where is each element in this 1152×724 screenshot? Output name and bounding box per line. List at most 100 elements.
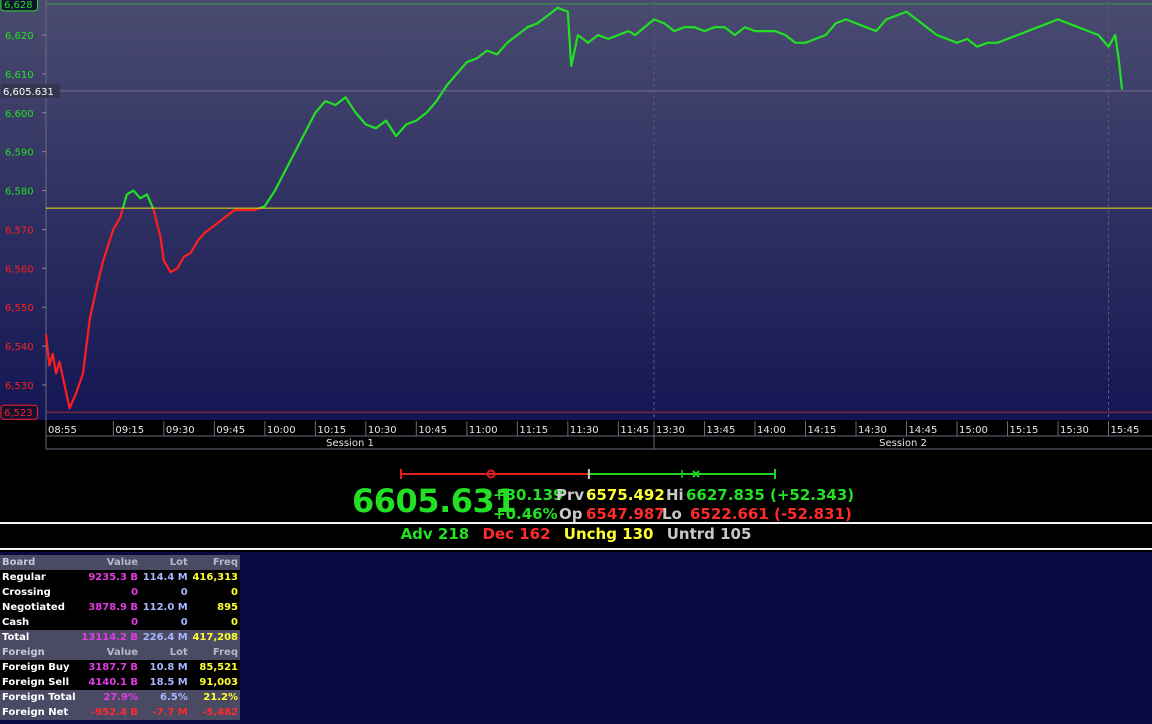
row-lot: 0 (140, 585, 190, 600)
header-foreign: Foreign (0, 645, 79, 660)
high-value: 6627.835 (+52.343) (686, 486, 855, 504)
header-value: Value (78, 645, 141, 660)
board-summary-table: Board Value Lot Freq Regular 9235.3 B 11… (0, 555, 240, 720)
board-header-row: Board Value Lot Freq (0, 555, 240, 570)
x-tick-label: 10:00 (267, 425, 296, 436)
day-range-bar (400, 469, 776, 479)
table-row: Crossing 0 0 0 (0, 585, 240, 600)
row-value: 4140.1 B (78, 675, 141, 690)
x-tick-label: 10:45 (418, 425, 447, 436)
row-label: Crossing (0, 585, 79, 600)
x-tick-label: 11:00 (469, 425, 498, 436)
open-value: 6547.987 (586, 505, 665, 523)
row-value: -952.4 B (78, 705, 141, 720)
foreign-net-row: Foreign Net -952.4 B -7.7 M -5,482 (0, 705, 240, 720)
header-lot: Lot (140, 555, 190, 570)
table-row: Negotiated 3878.9 B 112.0 M 895 (0, 600, 240, 615)
row-lot: 226.4 M (140, 630, 190, 645)
x-tick-label: 13:30 (656, 425, 685, 436)
index-summary-panel: 6605.631 +30.139 +0.46% Prv 6575.492 Op … (0, 462, 1152, 552)
y-tick-label: 6,530 (5, 381, 34, 392)
row-freq: 85,521 (189, 660, 240, 675)
plot-background (0, 0, 1152, 420)
low-value: 6522.661 (-52.831) (690, 505, 852, 523)
y-tick-label: 6,560 (5, 264, 34, 275)
row-freq: 0 (189, 615, 240, 630)
session-label: Session 2 (879, 438, 927, 449)
x-tick-label: 14:45 (909, 425, 938, 436)
row-value: 0 (78, 615, 141, 630)
y-tick-label: 6,580 (5, 187, 34, 198)
last-marker-label: 6,605.631 (3, 87, 54, 98)
row-freq: 417,208 (189, 630, 240, 645)
x-tick-label: 08:55 (48, 425, 77, 436)
row-label: Foreign Net (0, 705, 79, 720)
separator-bottom (0, 548, 1152, 550)
change-value: +30.139 (493, 486, 564, 504)
open-label: Op (559, 505, 583, 523)
market-breadth: Adv 218 Dec 162 Unchg 130 Untrd 105 (0, 525, 1152, 543)
x-tick-label: 15:30 (1060, 425, 1089, 436)
table-row: Foreign Buy 3187.7 B 10.8 M 85,521 (0, 660, 240, 675)
row-freq: 21.2% (189, 690, 240, 705)
row-lot: 18.5 M (140, 675, 190, 690)
previous-value: 6575.492 (586, 486, 665, 504)
x-tick-label: 15:00 (959, 425, 988, 436)
x-tick-label: 09:45 (216, 425, 245, 436)
row-label: Foreign Sell (0, 675, 79, 690)
y-tick-label: 6,600 (5, 109, 34, 120)
x-tick-label: 09:15 (115, 425, 144, 436)
x-tick-label: 14:30 (858, 425, 887, 436)
last-price: 6605.631 (352, 482, 517, 520)
low-marker-label: 6,523 (4, 408, 33, 419)
row-label: Foreign Buy (0, 660, 79, 675)
y-tick-label: 6,540 (5, 342, 34, 353)
separator-top (0, 522, 1152, 524)
previous-label: Prv (556, 486, 585, 504)
row-freq: 0 (189, 585, 240, 600)
row-value: 27.9% (78, 690, 141, 705)
x-tick-label: 15:15 (1010, 425, 1039, 436)
header-board: Board (0, 555, 79, 570)
row-freq: -5,482 (189, 705, 240, 720)
change-percent: +0.46% (493, 505, 558, 523)
table-row: Cash 0 0 0 (0, 615, 240, 630)
row-lot: 10.8 M (140, 660, 190, 675)
y-tick-label: 6,590 (5, 148, 34, 159)
index-intraday-chart[interactable]: 6,530 6,540 6,550 6,560 6,570 6,580 6,590 6,600… (0, 0, 1152, 456)
row-lot: -7.7 M (140, 705, 190, 720)
row-value: 0 (78, 585, 141, 600)
x-tick-label: 14:15 (808, 425, 837, 436)
row-lot: 112.0 M (140, 600, 190, 615)
x-tick-label: 11:15 (519, 425, 548, 436)
x-tick-label: 10:15 (317, 425, 346, 436)
unchanged: Unchg 130 (563, 525, 654, 543)
foreign-header-row: Foreign Value Lot Freq (0, 645, 240, 660)
row-value: 3878.9 B (78, 600, 141, 615)
header-lot: Lot (140, 645, 190, 660)
row-label: Regular (0, 570, 79, 585)
x-tick-label: 13:45 (707, 425, 736, 436)
y-tick-label: 6,610 (5, 70, 34, 81)
row-value: 9235.3 B (78, 570, 141, 585)
total-row: Total 13114.2 B 226.4 M 417,208 (0, 630, 240, 645)
row-label: Total (0, 630, 79, 645)
row-lot: 0 (140, 615, 190, 630)
intraday-line-chart[interactable]: 6,530 6,540 6,550 6,560 6,570 6,580 6,590 6,600… (0, 0, 1152, 456)
x-tick-label: 11:45 (620, 425, 649, 436)
table-row: Regular 9235.3 B 114.4 M 416,313 (0, 570, 240, 585)
x-tick-label: 14:00 (757, 425, 786, 436)
decliners: Dec 162 (482, 525, 551, 543)
row-freq: 91,003 (189, 675, 240, 690)
advancers: Adv 218 (400, 525, 470, 543)
row-freq: 895 (189, 600, 240, 615)
untraded: Untrd 105 (666, 525, 752, 543)
foreign-total-row: Foreign Total 27.9% 6.5% 21.2% (0, 690, 240, 705)
high-label: Hi (666, 486, 684, 504)
x-tick-label: 09:30 (166, 425, 195, 436)
x-tick-label: 10:30 (368, 425, 397, 436)
header-value: Value (78, 555, 141, 570)
row-label: Negotiated (0, 600, 79, 615)
low-label: Lo (662, 505, 682, 523)
row-value: 13114.2 B (78, 630, 141, 645)
